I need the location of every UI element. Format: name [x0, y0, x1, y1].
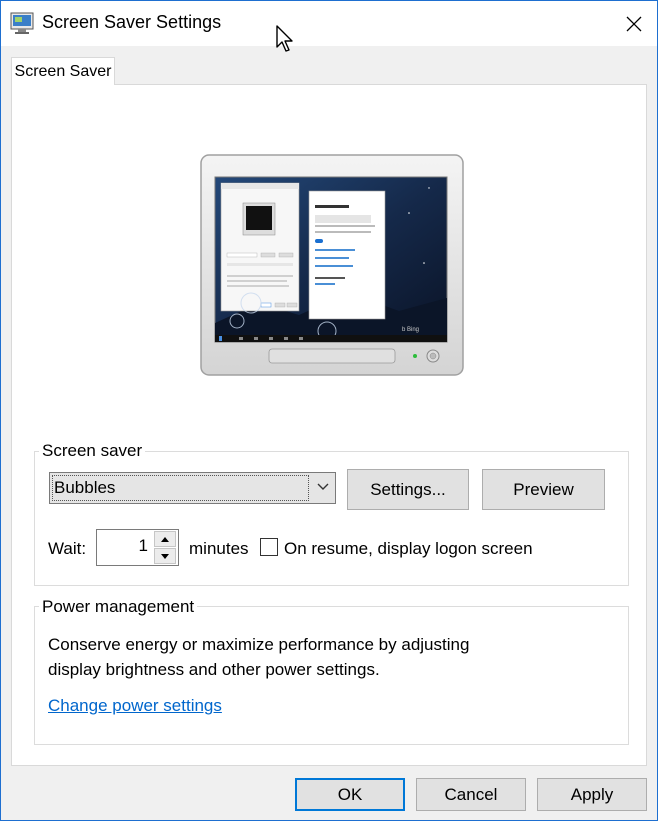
screen-saver-select[interactable]: Bubbles — [49, 472, 336, 504]
close-icon — [626, 16, 642, 31]
svg-text:b Bing: b Bing — [402, 327, 419, 333]
mouse-pointer-icon — [276, 25, 293, 52]
tab-screen-saver[interactable]: Screen Saver — [11, 57, 115, 85]
chevron-down-icon — [317, 483, 329, 490]
on-resume-label[interactable]: On resume, display logon screen — [284, 539, 533, 559]
cancel-button[interactable]: Cancel — [416, 778, 526, 811]
screen-saver-select-value: Bubbles — [52, 475, 309, 501]
window-title: Screen Saver Settings — [42, 12, 222, 32]
tab-screen-saver-label: Screen Saver — [14, 62, 112, 80]
screen-saver-settings-window: Screen Saver Settings Screen Saver b Bin… — [0, 0, 658, 821]
wait-label: Wait: — [48, 539, 87, 558]
ok-button-label: OK — [337, 784, 363, 804]
close-button[interactable] — [611, 1, 657, 46]
apply-button-label: Apply — [570, 784, 614, 804]
monitor-illustration: b Bing — [200, 154, 464, 376]
settings-button[interactable]: Settings... — [347, 469, 469, 510]
preview-button[interactable]: Preview — [482, 469, 605, 510]
wait-minutes-stepper[interactable]: 1 — [96, 529, 179, 566]
cancel-button-label: Cancel — [444, 784, 498, 804]
spin-up-button[interactable] — [154, 531, 176, 547]
screen-saver-preview-monitor: b Bing — [199, 153, 465, 377]
power-management-group-label: Power management — [39, 597, 198, 617]
ok-button[interactable]: OK — [295, 778, 405, 811]
wait-minutes-value: 1 — [138, 536, 148, 555]
tab-panel: b Bing Screen saver Bubbles Settings... … — [11, 84, 647, 766]
title-bar[interactable]: Screen Saver Settings — [1, 1, 657, 46]
spin-down-button[interactable] — [154, 548, 176, 564]
minutes-label: minutes — [189, 539, 249, 558]
preview-button-label: Preview — [513, 479, 574, 499]
spin-down-icon — [161, 553, 169, 559]
spin-up-icon — [161, 536, 169, 542]
settings-button-label: Settings... — [370, 479, 446, 499]
screen-saver-monitor-icon — [10, 12, 34, 34]
change-power-settings-link[interactable]: Change power settings — [48, 696, 222, 716]
power-description-line1: Conserve energy or maximize performance … — [48, 635, 470, 654]
screen-saver-group-label: Screen saver — [39, 441, 146, 461]
apply-button[interactable]: Apply — [537, 778, 647, 811]
power-description-line2: display brightness and other power setti… — [48, 660, 380, 679]
on-resume-checkbox[interactable] — [260, 538, 278, 556]
